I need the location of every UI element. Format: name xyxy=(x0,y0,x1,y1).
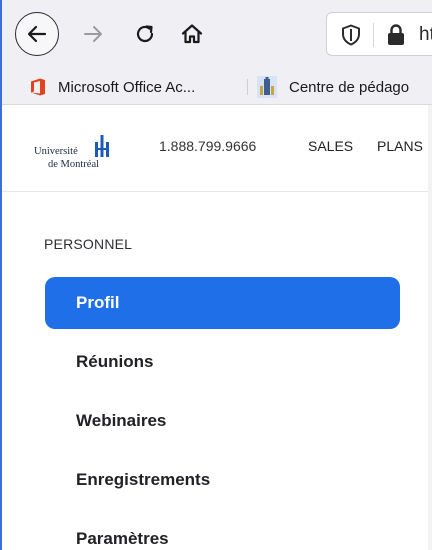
shield-icon[interactable] xyxy=(341,24,361,46)
browser-toolbar: ht xyxy=(2,0,432,70)
home-button[interactable] xyxy=(176,18,208,50)
address-divider xyxy=(373,23,374,47)
sidebar-item-label: Réunions xyxy=(76,352,154,371)
nav-link-plans[interactable]: PLANS xyxy=(377,138,423,154)
section-label-personnel: PERSONNEL xyxy=(44,236,133,252)
udem-logo[interactable]: Université de Montréal xyxy=(34,135,124,175)
sidebar-item-webinaires[interactable]: Webinaires xyxy=(45,395,400,447)
office-icon xyxy=(30,78,46,96)
reload-button[interactable] xyxy=(130,18,160,50)
sidebar-item-profil[interactable]: Profil xyxy=(45,277,400,329)
home-icon xyxy=(181,24,203,44)
sidebar-item-reunions[interactable]: Réunions xyxy=(45,336,400,388)
sidebar-item-parametres[interactable]: Paramètres xyxy=(45,513,400,550)
bookmark-separator xyxy=(247,79,248,95)
bookmarks-bar: Microsoft Office Ac... Centre de pédago xyxy=(2,70,432,105)
sidebar-item-label: Webinaires xyxy=(76,411,167,430)
sidebar-item-label: Paramètres xyxy=(76,529,169,548)
sidebar-item-label: Profil xyxy=(76,293,120,312)
lock-icon[interactable] xyxy=(385,23,407,47)
arrow-left-icon xyxy=(27,25,47,43)
logo-line2: de Montréal xyxy=(48,159,100,170)
url-text[interactable]: ht xyxy=(419,24,432,46)
page-edge xyxy=(428,105,432,550)
logo-line1: Université xyxy=(34,146,78,157)
app-window: ht Microsoft Office Ac... xyxy=(0,0,432,550)
bookmark-label: Centre de pédago xyxy=(289,78,410,96)
bookmark-office[interactable]: Microsoft Office Ac... xyxy=(30,75,195,99)
reload-icon xyxy=(136,25,154,43)
bookmark-centre-pedagogie[interactable]: Centre de pédago xyxy=(257,75,409,99)
bookmark-label: Microsoft Office Ac... xyxy=(58,78,196,96)
sidebar-menu: PERSONNEL Profil Réunions Webinaires Enr… xyxy=(2,192,432,550)
udem-tower-icon xyxy=(95,135,109,157)
back-button[interactable] xyxy=(15,12,59,56)
sidebar-item-enregistrements[interactable]: Enregistrements xyxy=(45,454,400,506)
address-bar[interactable]: ht xyxy=(326,12,432,56)
nav-link-sales[interactable]: SALES xyxy=(308,138,353,154)
arrow-right-icon xyxy=(84,26,102,42)
forward-button[interactable] xyxy=(78,18,108,50)
sidebar-item-label: Enregistrements xyxy=(76,470,211,489)
phone-number[interactable]: 1.888.799.9666 xyxy=(159,138,256,154)
site-header: Université de Montréal 1.888.799.9666 SA… xyxy=(2,105,432,192)
building-icon xyxy=(257,76,277,98)
